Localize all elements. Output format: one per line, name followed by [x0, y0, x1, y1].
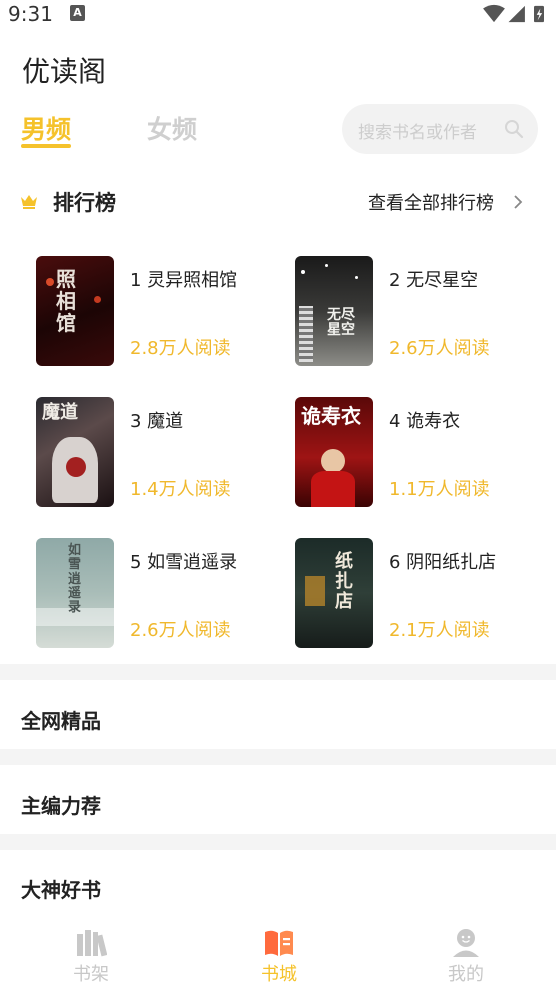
ranking-book-5[interactable]: 如雪逍遥录 5 如雪逍遥录 2.6万人阅读: [36, 538, 276, 650]
status-time: 9:31: [8, 2, 53, 26]
section-quality-picks[interactable]: 全网精品: [21, 705, 101, 734]
crown-icon: [21, 195, 37, 209]
book-cover[interactable]: 魔道: [36, 397, 114, 507]
book-cover[interactable]: 纸扎店: [295, 538, 373, 648]
book-cover[interactable]: 照相馆: [36, 256, 114, 366]
notification-a-icon: A: [70, 5, 85, 21]
book-title: 1 灵异照相馆: [130, 270, 238, 291]
ranking-header: 排行榜 查看全部排行榜: [0, 184, 556, 220]
book-reads: 1.4万人阅读: [130, 479, 231, 500]
book-reads: 2.6万人阅读: [130, 620, 231, 641]
section-divider: [0, 664, 556, 680]
nav-bookstore[interactable]: 书城: [219, 920, 339, 994]
tab-male[interactable]: 男频: [21, 110, 71, 146]
cover-title: 如雪逍遥录: [68, 543, 82, 616]
active-tab-indicator: [21, 144, 71, 148]
search-input[interactable]: 搜索书名或作者: [342, 104, 538, 154]
book-title: 6 阴阳纸扎店: [389, 552, 497, 573]
section-divider: [0, 834, 556, 850]
tab-female[interactable]: 女频: [147, 110, 197, 146]
book-title: 4 诡寿衣: [389, 411, 461, 432]
book-reads: 2.6万人阅读: [389, 338, 490, 359]
ranking-book-3[interactable]: 魔道 3 魔道 1.4万人阅读: [36, 397, 276, 509]
bottom-navigation: 书架 书城 我的: [0, 920, 556, 994]
nav-profile[interactable]: 我的: [406, 920, 526, 994]
cover-title: 无尽星空: [327, 307, 355, 339]
profile-icon: [453, 929, 479, 957]
ranking-book-6[interactable]: 纸扎店 6 阴阳纸扎店 2.1万人阅读: [295, 538, 535, 650]
section-master-books[interactable]: 大神好书: [21, 874, 101, 903]
book-cover[interactable]: 无尽星空: [295, 256, 373, 366]
book-title: 2 无尽星空: [389, 270, 479, 291]
cover-title: 照相馆: [56, 267, 76, 335]
section-editor-picks[interactable]: 主编力荐: [21, 790, 101, 819]
status-icons: [483, 4, 544, 23]
bookshelf-icon: [77, 930, 107, 957]
book-cover[interactable]: 如雪逍遥录: [36, 538, 114, 648]
book-reads: 2.8万人阅读: [130, 338, 231, 359]
book-title: 5 如雪逍遥录: [130, 552, 238, 573]
book-reads: 2.1万人阅读: [389, 620, 490, 641]
nav-label: 书城: [261, 964, 297, 985]
nav-label: 我的: [448, 964, 484, 985]
ranking-title: 排行榜: [53, 191, 116, 215]
status-bar: 9:31 A: [0, 0, 556, 32]
cover-title: 魔道: [42, 402, 78, 423]
search-icon: [505, 120, 524, 139]
wifi-icon: [483, 4, 505, 23]
book-cover[interactable]: 诡寿衣: [295, 397, 373, 507]
chevron-right-icon[interactable]: [513, 194, 523, 210]
cover-title: 纸扎店: [335, 551, 353, 612]
nav-label: 书架: [73, 964, 109, 985]
view-all-rankings-link[interactable]: 查看全部排行榜: [368, 189, 494, 215]
bookstore-icon: [265, 930, 293, 956]
app-title: 优读阁: [22, 55, 107, 88]
nav-bookshelf[interactable]: 书架: [31, 920, 151, 994]
signal-icon: [508, 5, 525, 23]
cover-title: 诡寿衣: [301, 404, 361, 428]
ranking-book-2[interactable]: 无尽星空 2 无尽星空 2.6万人阅读: [295, 256, 535, 368]
book-reads: 1.1万人阅读: [389, 479, 490, 500]
section-divider: [0, 749, 556, 765]
search-placeholder: 搜索书名或作者: [358, 123, 477, 143]
ranking-book-4[interactable]: 诡寿衣 4 诡寿衣 1.1万人阅读: [295, 397, 535, 509]
ranking-book-1[interactable]: 照相馆 1 灵异照相馆 2.8万人阅读: [36, 256, 276, 368]
book-title: 3 魔道: [130, 411, 184, 432]
